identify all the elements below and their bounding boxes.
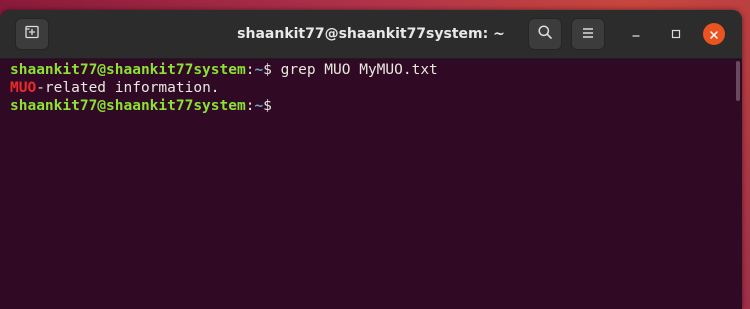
prompt-path: ~ (254, 62, 264, 78)
prompt-dollar: $ (263, 62, 281, 78)
maximize-icon (670, 25, 682, 44)
titlebar: shaankit77@shaankit77system: ~ (0, 10, 742, 59)
hamburger-menu-icon (581, 25, 595, 44)
terminal-window: shaankit77@shaankit77system: ~ shaankit7… (0, 10, 742, 309)
close-button[interactable] (703, 23, 725, 45)
terminal-line: MUO-related information. (10, 79, 732, 97)
close-icon (709, 25, 719, 44)
terminal-scrollbar[interactable] (732, 59, 742, 309)
menu-button[interactable] (571, 18, 605, 50)
terminal-line: shaankit77@shaankit77system:~$ grep MUO … (10, 61, 732, 79)
scrollbar-thumb[interactable] (736, 61, 740, 101)
minimize-icon (630, 25, 642, 44)
search-button[interactable] (528, 18, 562, 50)
output-text: -related information. (36, 80, 220, 96)
terminal-output[interactable]: shaankit77@shaankit77system:~$ grep MUO … (0, 59, 732, 309)
new-tab-button[interactable] (15, 18, 49, 50)
command-text: grep MUO MyMUO.txt (280, 62, 438, 78)
search-icon (537, 24, 553, 44)
window-title: shaankit77@shaankit77system: ~ (237, 26, 505, 42)
minimize-button[interactable] (625, 23, 647, 45)
grep-match-highlight: MUO (10, 80, 37, 96)
prompt-user-host: shaankit77@shaankit77system (10, 98, 246, 114)
prompt-user-host: shaankit77@shaankit77system (10, 62, 246, 78)
new-tab-icon (24, 24, 40, 44)
terminal-line: shaankit77@shaankit77system:~$ (10, 97, 732, 115)
prompt-dollar: $ (263, 98, 272, 114)
maximize-button[interactable] (665, 23, 687, 45)
prompt-path: ~ (254, 98, 264, 114)
